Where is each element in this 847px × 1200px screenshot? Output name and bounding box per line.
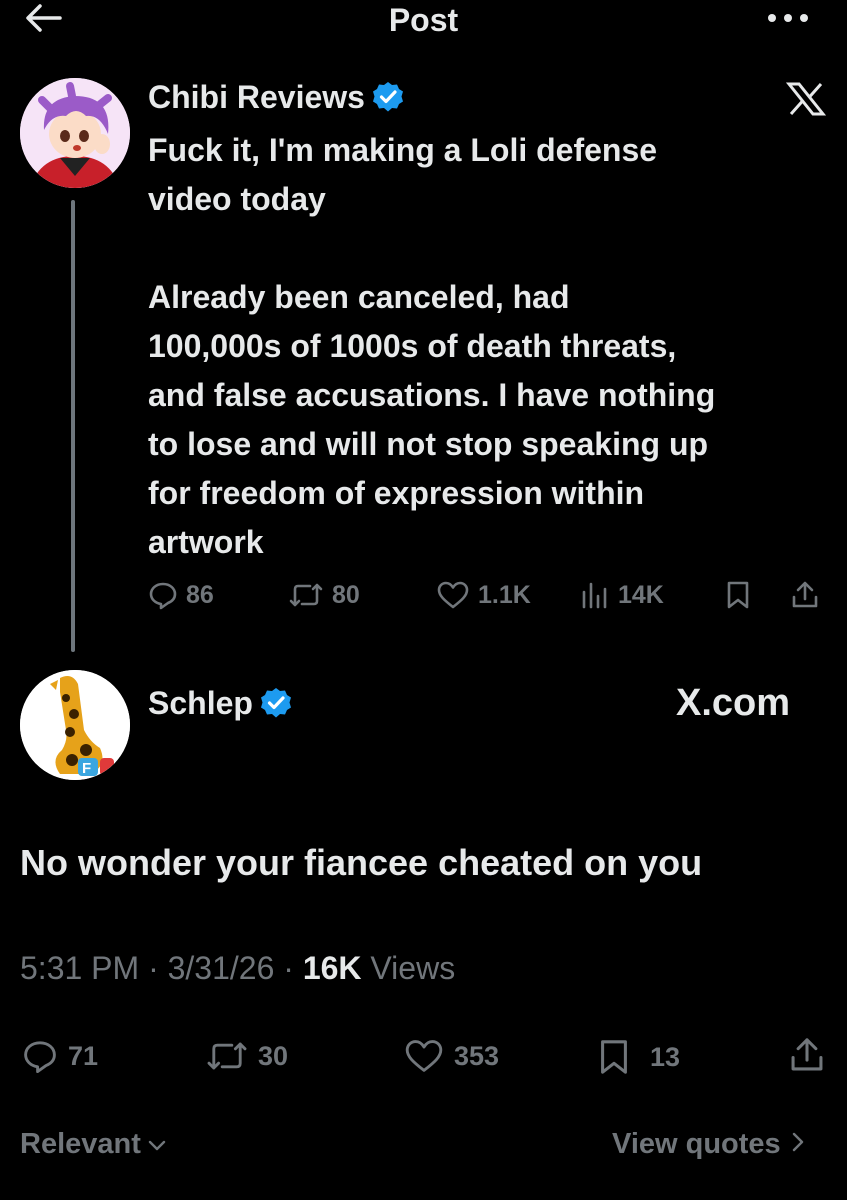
- author-name-label: Chibi Reviews: [148, 78, 365, 115]
- share-button[interactable]: [790, 580, 820, 610]
- more-dots-icon[interactable]: [766, 10, 810, 26]
- reply-post-text: No wonder your fiancee cheated on you: [20, 842, 703, 883]
- reply-count: 71: [68, 1040, 99, 1071]
- analytics-icon: [580, 580, 610, 610]
- text-line: Already been canceled, had: [148, 279, 570, 315]
- reply-icon: [148, 580, 178, 610]
- repost-count: 30: [258, 1040, 289, 1071]
- text-line: for freedom of expression within: [148, 475, 645, 511]
- bookmark-icon: [596, 1038, 632, 1076]
- source-label: X.com: [676, 682, 791, 724]
- repost-count: 80: [332, 580, 360, 609]
- chevron-down-icon: [147, 1128, 167, 1161]
- avatar[interactable]: F: [20, 670, 130, 780]
- reply-button[interactable]: 86: [148, 580, 214, 610]
- like-count: 353: [454, 1040, 500, 1071]
- bookmark-count: 13: [650, 1041, 681, 1072]
- like-button[interactable]: 353: [402, 1038, 499, 1074]
- meta-separator: ·: [283, 950, 294, 986]
- author-name-label: Schlep: [148, 684, 253, 721]
- share-icon: [788, 1036, 826, 1074]
- reply-icon: [20, 1038, 60, 1074]
- post-time: 5:31 PM: [20, 950, 140, 986]
- bookmark-button[interactable]: 13: [596, 1038, 680, 1076]
- share-button[interactable]: [788, 1036, 826, 1074]
- share-icon: [790, 580, 820, 610]
- sort-label: Relevant: [20, 1128, 141, 1160]
- views-count: 14K: [618, 580, 664, 609]
- post-date: 3/31/26: [167, 950, 275, 986]
- repost-button[interactable]: 80: [288, 580, 360, 610]
- quoted-post-text: Fuck it, I'm making a Loli defense video…: [148, 126, 838, 567]
- verified-badge-icon: [259, 686, 293, 720]
- verified-badge-icon: [371, 80, 405, 114]
- thread-connector-line: [71, 200, 75, 652]
- heart-icon: [436, 580, 470, 610]
- meta-separator: ·: [148, 950, 159, 986]
- reply-count: 86: [186, 580, 214, 609]
- view-quotes-link[interactable]: View quotes: [612, 1128, 805, 1161]
- reply-button[interactable]: 71: [20, 1038, 98, 1074]
- avatar[interactable]: [20, 78, 130, 188]
- heart-icon: [402, 1038, 446, 1074]
- post-meta: 5:31 PM · 3/31/26 · 16K Views: [20, 950, 455, 987]
- sort-dropdown[interactable]: Relevant: [20, 1128, 167, 1161]
- text-line: Fuck it, I'm making a Loli defense: [148, 132, 658, 168]
- chevron-right-icon: [791, 1128, 805, 1161]
- views-button[interactable]: 14K: [580, 580, 664, 610]
- repost-icon: [204, 1038, 250, 1074]
- bookmark-button[interactable]: [724, 580, 752, 610]
- author-name[interactable]: Schlep: [148, 682, 293, 724]
- bookmark-icon: [724, 580, 752, 610]
- text-line: artwork: [148, 524, 264, 560]
- views-count: 16K: [302, 950, 362, 986]
- text-line: to lose and will not stop speaking up: [148, 426, 709, 462]
- view-quotes-label: View quotes: [612, 1128, 781, 1160]
- author-name[interactable]: Chibi Reviews: [148, 76, 405, 118]
- text-line: and false accusations. I have nothing: [148, 377, 716, 413]
- like-button[interactable]: 1.1K: [436, 580, 531, 610]
- repost-icon: [288, 580, 324, 610]
- svg-text:F: F: [82, 760, 91, 777]
- repost-button[interactable]: 30: [204, 1038, 288, 1074]
- views-label: Views: [370, 950, 456, 986]
- text-line: 100,000s of 1000s of death threats,: [148, 328, 677, 364]
- like-count: 1.1K: [478, 580, 531, 609]
- x-logo-icon: [786, 82, 826, 116]
- text-line: video today: [148, 181, 326, 217]
- page-title: Post: [388, 2, 459, 38]
